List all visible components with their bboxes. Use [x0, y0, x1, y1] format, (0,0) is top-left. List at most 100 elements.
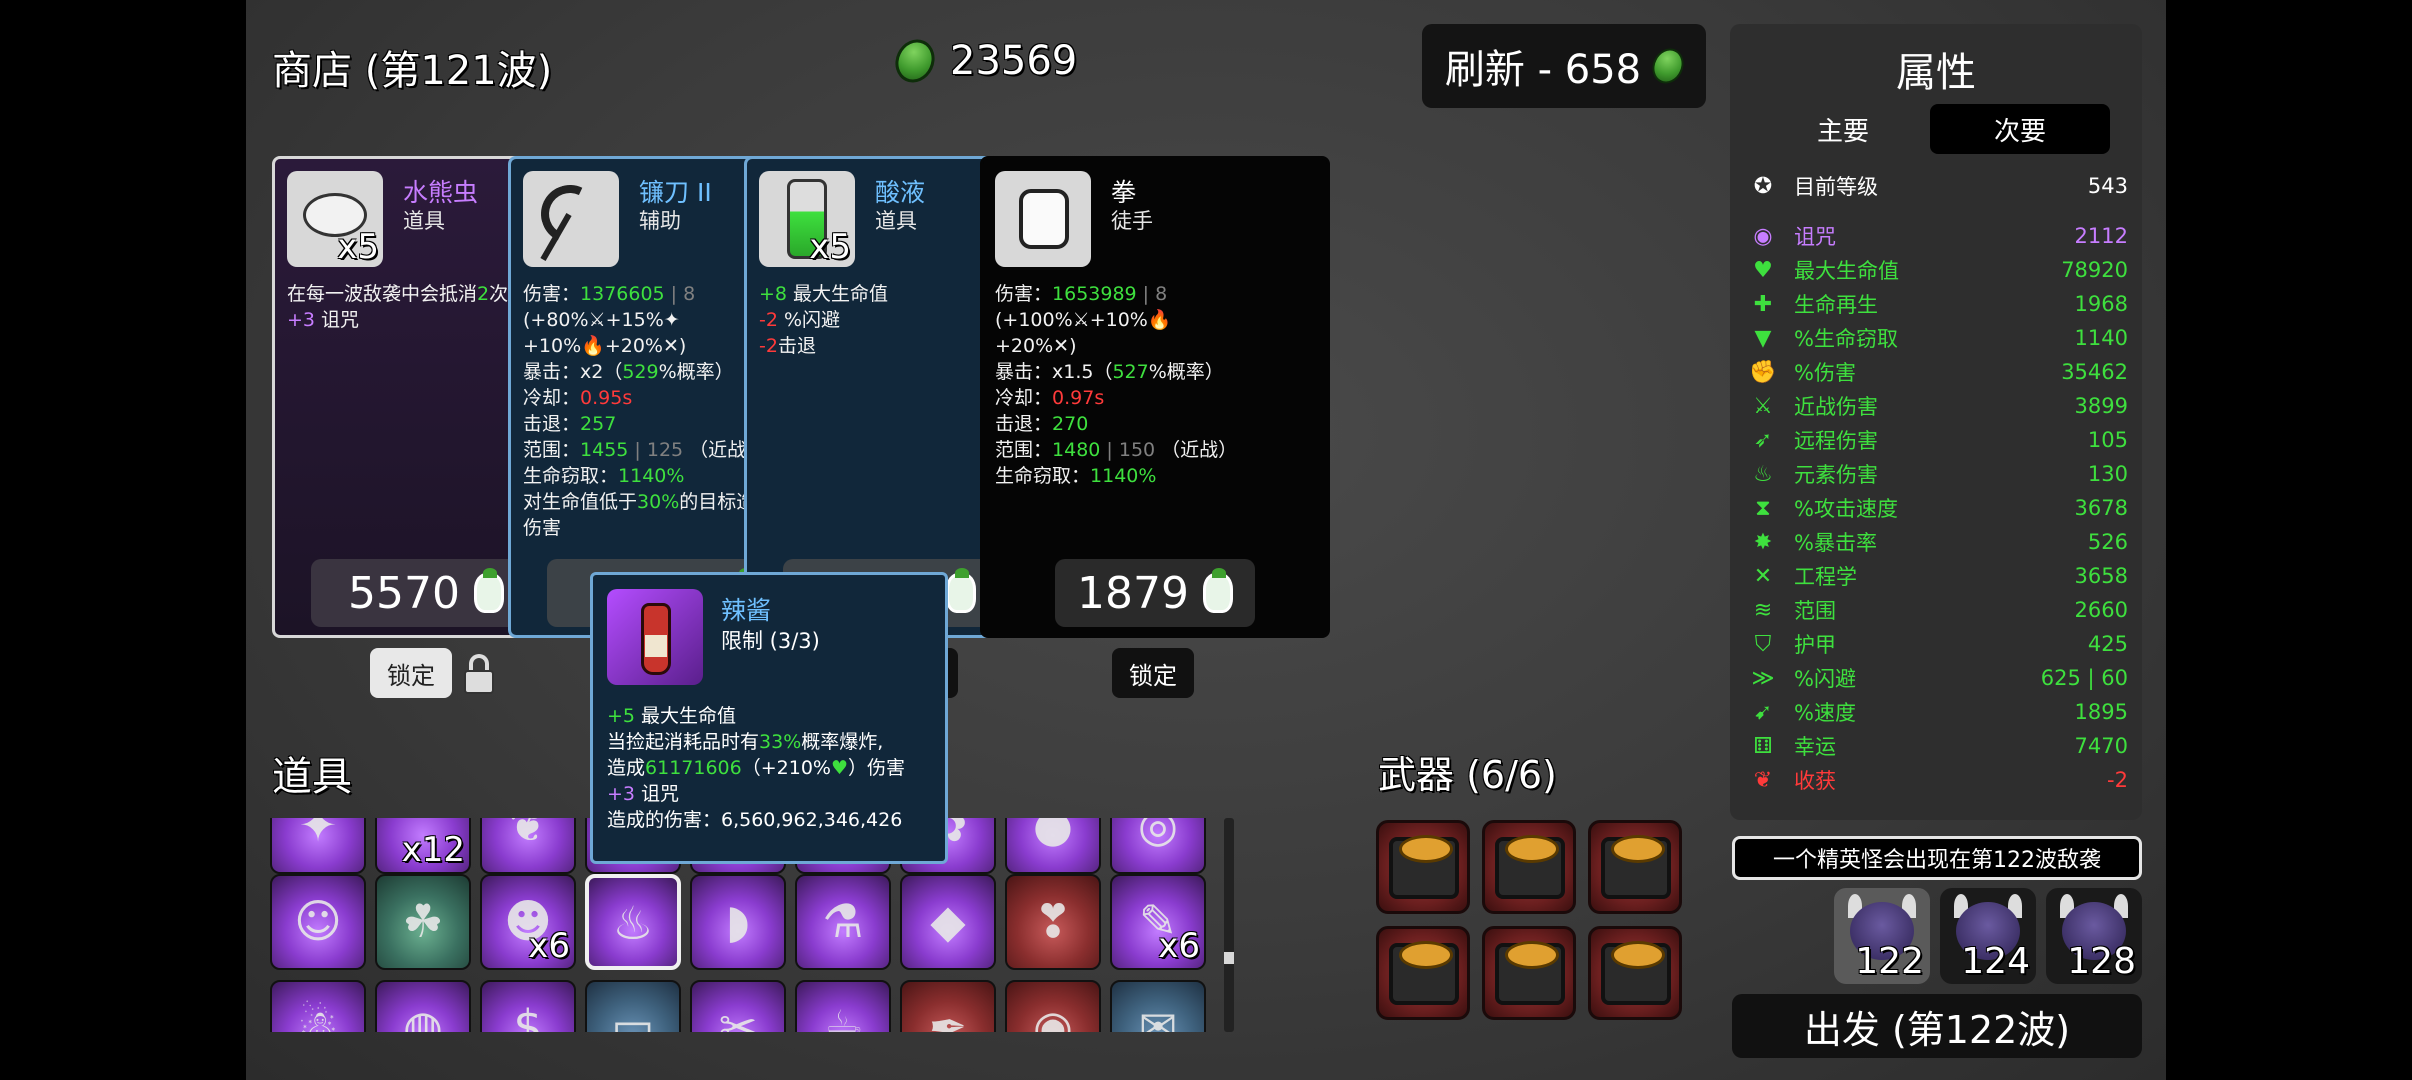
gun-icon [1389, 835, 1459, 899]
stat-row[interactable]: ⧗ %攻击速度 3678 [1748, 492, 2128, 524]
inventory-item[interactable]: ◉ [1005, 980, 1101, 1032]
start-wave-button[interactable]: 出发 (第122波) [1732, 994, 2142, 1058]
item-count: x12 [401, 830, 465, 870]
inventory-item[interactable]: ● [1005, 818, 1101, 874]
text-run: +10% [1089, 309, 1148, 331]
inventory-scrollbar[interactable] [1224, 818, 1234, 1032]
stat-row[interactable]: ≋ 范围 2660 [1748, 594, 2128, 626]
lock-button-1[interactable]: 锁定 [370, 648, 452, 698]
weapon-slot[interactable] [1588, 820, 1682, 914]
inventory-item[interactable]: ▭ [585, 980, 681, 1032]
inventory-item[interactable]: ✦ [270, 818, 366, 874]
inventory-item[interactable]: ◎ [1110, 818, 1206, 874]
weapon-slot[interactable] [1482, 926, 1576, 1020]
stat-row[interactable]: ⚔ 近战伤害 3899 [1748, 390, 2128, 422]
inventory-item[interactable]: ❣ [1005, 874, 1101, 970]
card-name: 拳 [1111, 178, 1137, 207]
item-count: x6 [528, 926, 570, 966]
inventory-item[interactable]: ❦ [480, 818, 576, 874]
stat-row[interactable]: ➶ 远程伤害 105 [1748, 424, 2128, 456]
desc-line: 造成的伤害：6,560,962,346,426 [607, 807, 937, 833]
stat-row[interactable]: ▼ %生命窃取 1140 [1748, 322, 2128, 354]
inventory-item[interactable]: ◗ [690, 874, 786, 970]
inventory-item[interactable]: ☕ [795, 980, 891, 1032]
stat-row[interactable]: ✊ %伤害 35462 [1748, 356, 2128, 388]
tab-secondary[interactable]: 次要 [1930, 104, 2110, 154]
inventory-item[interactable]: ✂ [690, 980, 786, 1032]
gun-icon [1495, 835, 1565, 899]
text-run: 生命窃取： [523, 465, 619, 487]
stat-label: %伤害 [1794, 361, 1856, 385]
card-type: 辅助 [639, 209, 681, 233]
inventory-item[interactable]: ☻ x6 [480, 874, 576, 970]
stat-row[interactable]: ❦ 收获 -2 [1748, 764, 2128, 796]
text-run: （+210% [741, 757, 831, 779]
stat-row[interactable]: ✚ 生命再生 1968 [1748, 288, 2128, 320]
item-icon: ◎ [1137, 818, 1179, 852]
muscle-icon: ✊ [1749, 359, 1777, 385]
text-run: 2 [477, 283, 490, 305]
inventory-item[interactable]: ⚗ [795, 874, 891, 970]
item-icon: $ [513, 1000, 543, 1032]
wave-enemy-preview[interactable]: 122 [1834, 888, 1930, 984]
stat-row[interactable]: ⚅ 幸运 7470 [1748, 730, 2128, 762]
padlock-icon [462, 654, 496, 694]
stat-row[interactable]: ✕ 工程学 3658 [1748, 560, 2128, 592]
stat-row[interactable]: ♨ 元素伤害 130 [1748, 458, 2128, 490]
weapon-slot[interactable] [1376, 820, 1470, 914]
stat-row[interactable]: ≫ %闪避 625 | 60 [1748, 662, 2128, 694]
flame-icon: ♨ [1753, 461, 1773, 487]
text-run: +15% [605, 309, 664, 331]
scrollbar-thumb[interactable] [1224, 952, 1234, 964]
stat-label: 幸运 [1794, 735, 1836, 759]
stat-row[interactable]: ➹ %速度 1895 [1748, 696, 2128, 728]
inventory-item[interactable]: ✒ [900, 980, 996, 1032]
tardigrade-icon: x5 [287, 171, 383, 267]
tab-primary[interactable]: 主要 [1756, 104, 1930, 154]
text-run: +20% [995, 335, 1054, 357]
wave-enemy-preview[interactable]: 124 [1940, 888, 2036, 984]
text-run: 527 [1112, 361, 1149, 383]
inventory-item[interactable]: ◍ [375, 980, 471, 1032]
stat-row[interactable]: ✸ %暴击率 526 [1748, 526, 2128, 558]
stat-row[interactable]: ⛉ 护甲 425 [1748, 628, 2128, 660]
weapon-slot[interactable] [1588, 926, 1682, 1020]
inventory-item[interactable]: ✉ [1110, 980, 1206, 1032]
crit-icon: ✸ [1753, 529, 1773, 555]
stat-row[interactable]: ♥ 最大生命值 78920 [1748, 254, 2128, 286]
text-run: | 125 [628, 439, 690, 461]
wave-enemy-preview[interactable]: 128 [2046, 888, 2142, 984]
bag-icon [1202, 568, 1233, 613]
buy-button[interactable]: 1879 [1055, 559, 1255, 627]
text-run: +3 [287, 309, 316, 331]
text-run: 61171606 [645, 757, 742, 779]
inventory-item[interactable]: ☺ [270, 874, 366, 970]
text-run: 在每一波敌袭中会抵消 [287, 283, 478, 305]
shop-card-fist[interactable]: 拳 徒手 伤害：1653989 | 8 (+100%⚔+10%🔥 +20%✕) 暴击… [980, 156, 1330, 638]
inventory-item[interactable]: ☃ [270, 980, 366, 1032]
text-run: +20% [604, 335, 663, 357]
inventory-item[interactable]: ♨ [585, 874, 681, 970]
regen-icon: ✚ [1753, 291, 1773, 317]
inventory-item[interactable]: ☘ [375, 874, 471, 970]
text-run: %概率） [1148, 361, 1224, 383]
shield-icon: ⛉ [1754, 631, 1772, 657]
weapon-slot[interactable] [1376, 926, 1470, 1020]
inventory-item[interactable]: $ [480, 980, 576, 1032]
inventory-item[interactable]: ◆ [900, 874, 996, 970]
item-icon: ✦ [298, 818, 338, 852]
stat-row[interactable]: ◉ 诅咒 2112 [1748, 220, 2128, 252]
text-run: 伤害： [523, 283, 581, 305]
level-icon: ✪ [1753, 173, 1773, 199]
stat-label: 护甲 [1794, 633, 1836, 657]
sword-icon: ⚔ [1753, 393, 1773, 419]
refresh-button[interactable]: 刷新 - 658 [1422, 24, 1706, 108]
weapon-slot[interactable] [1482, 820, 1576, 914]
stat-label: 收获 [1794, 769, 1836, 793]
lock-button-4[interactable]: 锁定 [1112, 648, 1194, 698]
inventory-item[interactable]: ✎ x6 [1110, 874, 1206, 970]
text-run: ✕) [662, 335, 687, 357]
item-icon: ☕ [822, 1000, 864, 1032]
price-value: 1879 [1077, 567, 1189, 619]
inventory-item[interactable]: x12 [375, 818, 471, 874]
